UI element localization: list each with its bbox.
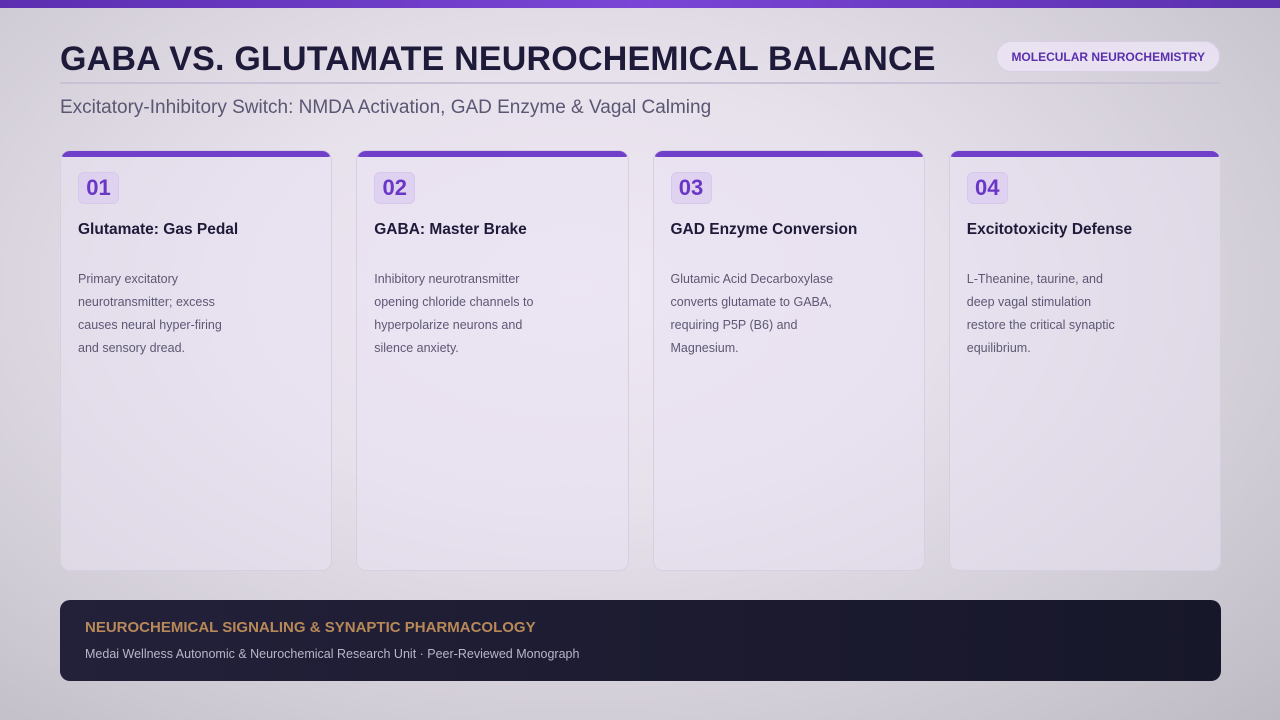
card-title: Excitotoxicity Defense [966, 221, 1133, 238]
category-badge: MOLECULAR NEUROCHEMISTRY [996, 41, 1220, 72]
card-description: Glutamic Acid Decarboxylase converts glu… [670, 272, 834, 355]
card-title: GAD Enzyme Conversion [670, 221, 858, 238]
page-subtitle: Excitatory-Inhibitory Switch: NMDA Activ… [60, 97, 712, 118]
top-accent-bar [0, 0, 1280, 8]
card-accent-bar [653, 151, 924, 157]
card-excitotoxicity: 04 Excitotoxicity Defense L-Theanine, ta… [948, 150, 1221, 571]
cards-row: 01 Glutamate: Gas Pedal Primary excitato… [60, 150, 1221, 571]
card-glutamate: 01 Glutamate: Gas Pedal Primary excitato… [60, 150, 333, 571]
footer-subtitle: Medai Wellness Autonomic & Neurochemical… [85, 647, 580, 661]
card-gaba: 02 GABA: Master Brake Inhibitory neurotr… [356, 150, 629, 571]
page-title: GABA VS. GLUTAMATE NEUROCHEMICAL BALANCE [60, 40, 936, 78]
card-description: Primary excitatory neurotransmitter; exc… [78, 272, 222, 355]
card-description: L-Theanine, taurine, and deep vagal stim… [966, 272, 1115, 355]
title-divider [60, 82, 1220, 84]
card-title: Glutamate: Gas Pedal [78, 221, 239, 238]
card-number: 03 [670, 172, 712, 204]
footer-banner: NEUROCHEMICAL SIGNALING & SYNAPTIC PHARM… [60, 600, 1221, 681]
card-accent-bar [949, 151, 1220, 157]
card-number: 02 [374, 172, 416, 204]
card-description: Inhibitory neurotransmitter opening chlo… [374, 272, 534, 355]
card-number: 04 [966, 172, 1008, 204]
footer-title: NEUROCHEMICAL SIGNALING & SYNAPTIC PHARM… [85, 619, 536, 636]
card-gad-enzyme: 03 GAD Enzyme Conversion Glutamic Acid D… [652, 150, 925, 571]
card-title: GABA: Master Brake [374, 221, 527, 238]
card-number: 01 [78, 172, 119, 204]
card-accent-bar [357, 151, 628, 157]
card-accent-bar [61, 151, 332, 157]
